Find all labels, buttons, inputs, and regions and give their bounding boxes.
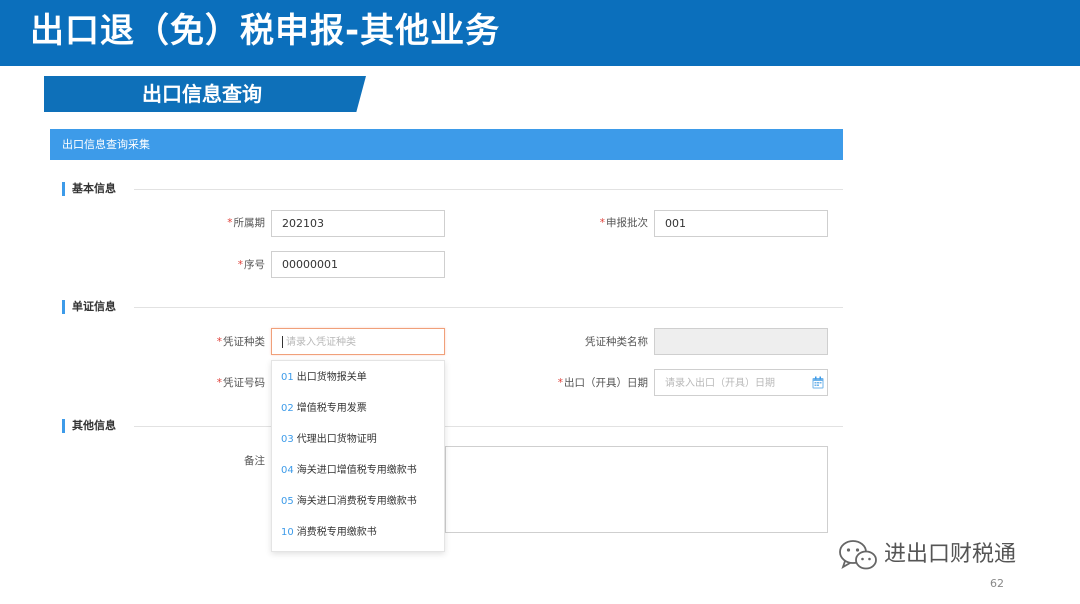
group-title-basic: 基本信息 [62, 182, 116, 196]
section-tab: 出口信息查询 [44, 76, 366, 112]
serial-value: 00000001 [282, 258, 338, 271]
batch-input[interactable]: 001 [654, 210, 828, 237]
remarks-textarea[interactable] [445, 446, 828, 533]
option-label: 增值税专用发票 [296, 403, 367, 414]
required-mark: * [216, 336, 222, 348]
period-label: *所属期 [200, 216, 265, 230]
option-label: 海关进口消费税专用缴款书 [296, 496, 417, 507]
dropdown-option[interactable]: 10 消费税专用缴款书 [281, 526, 377, 540]
required-mark: * [237, 259, 243, 271]
serial-label-text: 序号 [244, 259, 265, 271]
batch-label: *申报批次 [560, 216, 648, 230]
dropdown-option[interactable]: 01 出口货物报关单 [281, 371, 367, 385]
dropdown-option[interactable]: 02 增值税专用发票 [281, 402, 367, 416]
option-label: 代理出口货物证明 [296, 434, 377, 445]
panel-header: 出口信息查询采集 [50, 129, 843, 160]
group-divider [134, 307, 843, 308]
group-divider [134, 426, 843, 427]
voucher-type-label: *凭证种类 [200, 335, 265, 349]
group-title-document: 单证信息 [62, 300, 116, 314]
voucher-type-name-label: 凭证种类名称 [585, 336, 648, 348]
section-tab-label: 出口信息查询 [142, 82, 262, 106]
export-date-label: *出口（开具）日期 [530, 376, 648, 390]
voucher-number-label-text: 凭证号码 [223, 377, 265, 389]
export-date-label-text: 出口（开具）日期 [564, 377, 648, 389]
option-label: 海关进口增值税专用缴款书 [296, 465, 417, 476]
voucher-number-label: *凭证号码 [200, 376, 265, 390]
option-code: 02 [281, 403, 294, 414]
required-mark: * [557, 377, 563, 389]
remarks-label: 备注 [244, 455, 265, 467]
dropdown-option[interactable]: 03 代理出口货物证明 [281, 433, 377, 447]
serial-input[interactable]: 00000001 [271, 251, 445, 278]
option-code: 04 [281, 465, 294, 476]
option-code: 03 [281, 434, 294, 445]
voucher-type-dropdown: 01 出口货物报关单 02 增值税专用发票 03 代理出口货物证明 04 海关进口增值税… [271, 360, 445, 552]
voucher-type-input[interactable]: 请录入凭证种类 [271, 328, 445, 355]
export-date-input[interactable]: 请录入出口（开具）日期 [654, 369, 828, 396]
group-divider [134, 189, 843, 190]
required-mark: * [216, 377, 222, 389]
batch-label-text: 申报批次 [606, 217, 648, 229]
slide-title: 出口退（免）税申报-其他业务 [30, 11, 501, 51]
option-label: 出口货物报关单 [296, 372, 367, 383]
group-title-other: 其他信息 [62, 419, 116, 433]
period-value: 202103 [282, 217, 324, 230]
page-number: 62 [990, 577, 1004, 590]
required-mark: * [227, 217, 233, 229]
panel-header-label: 出口信息查询采集 [62, 138, 150, 151]
top-banner: 出口退（免）税申报-其他业务 [0, 0, 1080, 66]
period-input[interactable]: 202103 [271, 210, 445, 237]
option-code: 10 [281, 527, 294, 538]
period-label-text: 所属期 [233, 217, 266, 229]
option-code: 05 [281, 496, 294, 507]
export-date-placeholder: 请录入出口（开具）日期 [665, 378, 775, 389]
required-mark: * [599, 217, 605, 229]
text-caret [282, 336, 283, 348]
voucher-type-placeholder: 请录入凭证种类 [286, 337, 356, 348]
voucher-type-label-text: 凭证种类 [223, 336, 265, 348]
watermark-text: 进出口财税通 [884, 542, 1017, 567]
option-label: 消费税专用缴款书 [296, 527, 377, 538]
calendar-icon[interactable] [812, 376, 824, 389]
dropdown-option[interactable]: 04 海关进口增值税专用缴款书 [281, 464, 417, 478]
serial-label: *序号 [200, 258, 265, 272]
voucher-type-name-input [654, 328, 828, 355]
dropdown-option[interactable]: 05 海关进口消费税专用缴款书 [281, 495, 417, 509]
batch-value: 001 [665, 217, 686, 230]
wechat-icon [839, 540, 877, 570]
option-code: 01 [281, 372, 294, 383]
